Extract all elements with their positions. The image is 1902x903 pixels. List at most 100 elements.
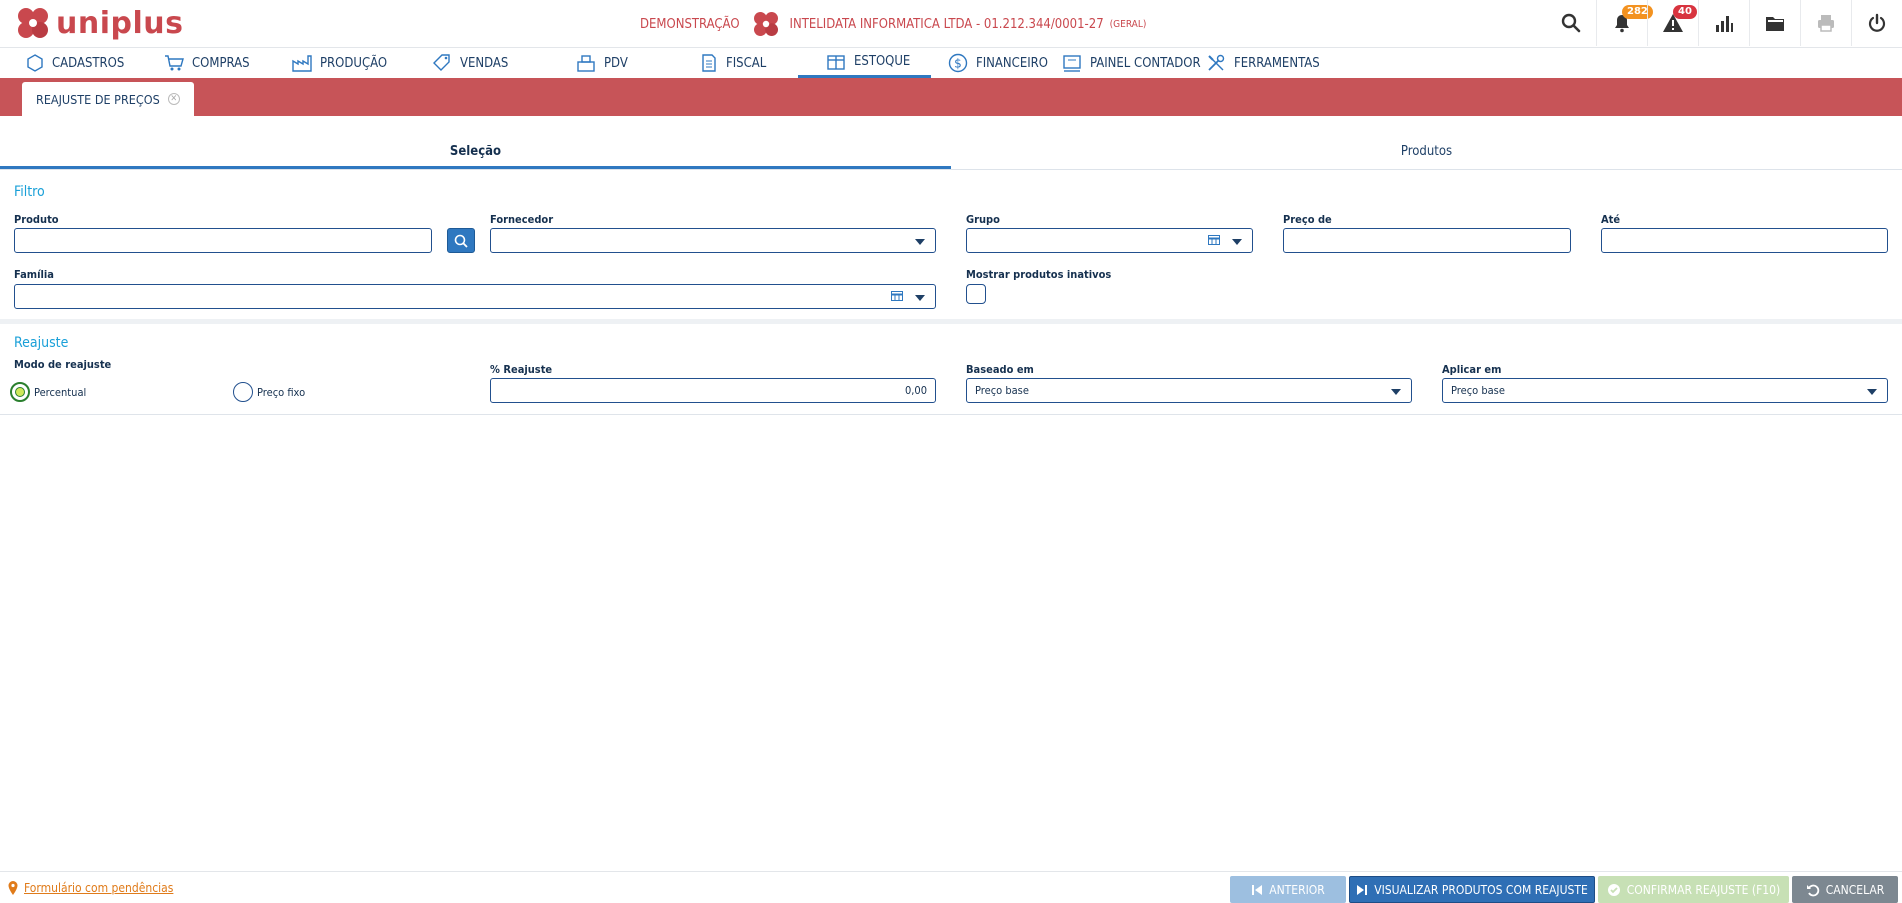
aplicar-em-select[interactable]: Preço base bbox=[1442, 378, 1888, 403]
company-logo-icon bbox=[753, 12, 778, 36]
nav-item-label: COMPRAS bbox=[192, 55, 250, 71]
radio-percentual[interactable] bbox=[10, 382, 30, 402]
nav-item-cadastros[interactable]: CADASTROS bbox=[26, 48, 124, 78]
fornecedor-label: Fornecedor bbox=[490, 213, 554, 226]
table-icon[interactable] bbox=[1208, 235, 1220, 245]
notifications-button[interactable]: 282 bbox=[1596, 0, 1653, 46]
produto-label: Produto bbox=[14, 213, 59, 226]
nav-item-ferramentas[interactable]: FERRAMENTAS bbox=[1206, 48, 1320, 78]
familia-select[interactable] bbox=[14, 284, 936, 309]
nav-item-fiscal[interactable]: FISCAL bbox=[700, 48, 766, 78]
nav-item-label: CADASTROS bbox=[52, 55, 125, 71]
confirmar-button[interactable]: CONFIRMAR REAJUSTE (F10) bbox=[1598, 876, 1789, 903]
visualizar-button[interactable]: VISUALIZAR PRODUTOS COM REAJUSTE bbox=[1349, 876, 1595, 903]
nav-item-compras[interactable]: COMPRAS bbox=[164, 48, 250, 78]
percent-reajuste-input[interactable]: 0,00 bbox=[490, 378, 936, 403]
nav-item-estoque[interactable]: ESTOQUE bbox=[798, 48, 931, 78]
pending-link[interactable]: Formulário com pendências bbox=[8, 881, 173, 895]
nav-item-label: ESTOQUE bbox=[854, 54, 911, 69]
reajuste-section-title: Reajuste bbox=[14, 335, 69, 351]
visualizar-label: VISUALIZAR PRODUTOS COM REAJUSTE bbox=[1374, 882, 1588, 897]
logo[interactable]: uniplus bbox=[14, 2, 183, 44]
tab-selecao[interactable]: Seleção bbox=[0, 140, 951, 169]
form-tabs: Seleção Produtos bbox=[0, 140, 1902, 170]
skip-forward-icon bbox=[1357, 884, 1368, 895]
search-icon bbox=[1561, 13, 1580, 33]
chevron-down-icon bbox=[915, 295, 925, 301]
fornecedor-select[interactable] bbox=[490, 228, 936, 253]
produto-search-button[interactable] bbox=[447, 228, 475, 253]
radio-preco-fixo[interactable] bbox=[233, 382, 253, 402]
cancelar-label: CANCELAR bbox=[1825, 882, 1885, 897]
dollar-icon: $ bbox=[948, 53, 968, 73]
skip-back-icon bbox=[1252, 884, 1263, 895]
nav-item-financeiro[interactable]: $ FINANCEIRO bbox=[948, 48, 1048, 78]
map-pin-icon bbox=[8, 881, 18, 895]
cart-icon bbox=[165, 55, 184, 71]
search-button[interactable] bbox=[1545, 0, 1596, 46]
baseado-em-label: Baseado em bbox=[966, 363, 1034, 376]
logout-button[interactable] bbox=[1851, 0, 1902, 46]
nav-item-label: PAINEL CONTADOR bbox=[1090, 55, 1201, 71]
preco-de-label: Preço de bbox=[1283, 213, 1332, 226]
folder-button[interactable] bbox=[1749, 0, 1800, 46]
grupo-select[interactable] bbox=[966, 228, 1253, 253]
tag-icon bbox=[433, 54, 450, 71]
uniplus-logo-icon bbox=[18, 8, 48, 38]
ate-input[interactable] bbox=[1601, 228, 1888, 253]
app-name: uniplus bbox=[56, 5, 184, 41]
tab-produtos[interactable]: Produtos bbox=[951, 140, 1902, 169]
baseado-em-select[interactable]: Preço base bbox=[966, 378, 1412, 403]
aplicar-em-label: Aplicar em bbox=[1442, 363, 1502, 376]
company-name: INTELIDATA INFORMATICA LTDA - 01.212.344… bbox=[789, 16, 1104, 32]
nav-item-label: PRODUÇÃO bbox=[320, 55, 388, 71]
nav-item-label: FINANCEIRO bbox=[976, 55, 1049, 71]
box-icon bbox=[827, 54, 845, 70]
table-icon[interactable] bbox=[891, 291, 903, 301]
power-icon bbox=[1868, 13, 1886, 32]
register-icon bbox=[577, 55, 595, 72]
produto-input[interactable] bbox=[14, 228, 432, 253]
close-icon[interactable]: ✕ bbox=[167, 93, 180, 105]
reports-button[interactable] bbox=[1698, 0, 1749, 46]
chevron-down-icon bbox=[1232, 239, 1242, 245]
chevron-down-icon bbox=[1391, 389, 1401, 395]
chevron-down-icon bbox=[915, 239, 925, 245]
familia-label: Família bbox=[14, 268, 54, 281]
main-nav: CADASTROS COMPRAS PRODUÇÃO VENDAS PDV FI… bbox=[0, 48, 1902, 78]
nav-item-label: VENDAS bbox=[460, 55, 509, 71]
preco-de-input[interactable] bbox=[1283, 228, 1571, 253]
top-bar: uniplus DEMONSTRAÇÃO INTELIDATA INFORMAT… bbox=[0, 0, 1902, 48]
factory-icon bbox=[292, 55, 312, 72]
tools-icon bbox=[1208, 54, 1225, 71]
book-icon bbox=[1063, 55, 1081, 72]
alerts-badge: 40 bbox=[1673, 5, 1697, 19]
cancelar-button[interactable]: CANCELAR bbox=[1792, 876, 1898, 903]
anterior-label: ANTERIOR bbox=[1269, 882, 1325, 897]
folder-icon bbox=[1766, 17, 1784, 31]
bar-chart-icon bbox=[1716, 16, 1733, 32]
radio-preco-fixo-label: Preço fixo bbox=[257, 386, 306, 399]
page-tab-label: REAJUSTE DE PREÇOS bbox=[36, 91, 160, 107]
radio-percentual-label: Percentual bbox=[34, 386, 87, 399]
confirmar-label: CONFIRMAR REAJUSTE (F10) bbox=[1626, 882, 1781, 897]
company-scope: (GERAL) bbox=[1109, 18, 1147, 30]
nav-item-pdv[interactable]: PDV bbox=[576, 48, 628, 78]
ate-label: Até bbox=[1601, 213, 1621, 226]
nav-item-label: PDV bbox=[604, 55, 628, 71]
anterior-button[interactable]: ANTERIOR bbox=[1230, 876, 1346, 903]
section-divider bbox=[0, 414, 1902, 415]
check-circle-icon bbox=[1607, 883, 1620, 896]
nav-item-painel-contador[interactable]: PAINEL CONTADOR bbox=[1062, 48, 1201, 78]
mostrar-inativos-checkbox[interactable] bbox=[966, 284, 986, 304]
nav-item-vendas[interactable]: VENDAS bbox=[432, 48, 508, 78]
aplicar-em-value: Preço base bbox=[1451, 384, 1505, 397]
page-tab-bar: REAJUSTE DE PREÇOS ✕ bbox=[0, 78, 1902, 116]
print-button[interactable] bbox=[1800, 0, 1851, 46]
page-tab-reajuste[interactable]: REAJUSTE DE PREÇOS ✕ bbox=[22, 82, 194, 116]
alerts-button[interactable]: 40 bbox=[1647, 0, 1698, 46]
document-icon bbox=[702, 54, 716, 72]
printer-icon bbox=[1818, 15, 1834, 32]
mostrar-inativos-label: Mostrar produtos inativos bbox=[966, 268, 1112, 281]
nav-item-producao[interactable]: PRODUÇÃO bbox=[292, 48, 387, 78]
